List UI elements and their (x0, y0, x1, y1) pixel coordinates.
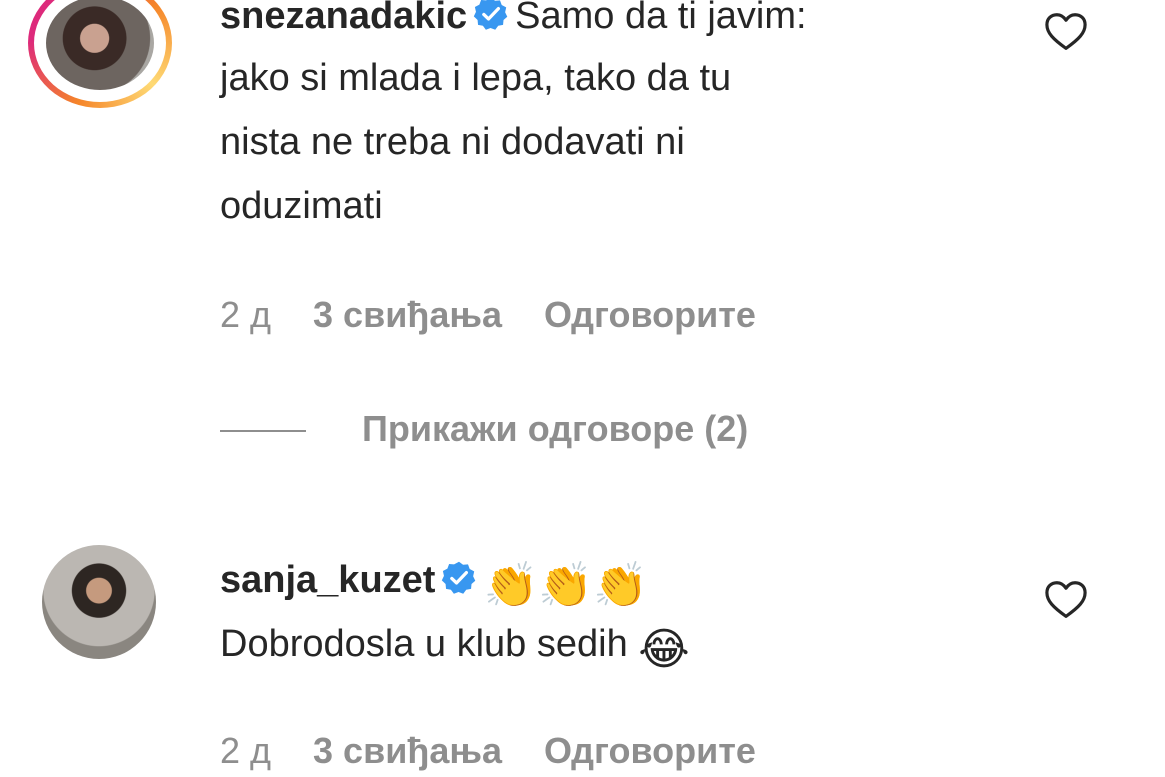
timestamp[interactable]: 2 д (220, 294, 271, 335)
view-replies-label: Прикажи одговоре (2) (362, 408, 749, 449)
reply-button[interactable]: Одговорите (544, 730, 756, 771)
verified-badge-icon (442, 561, 476, 594)
comment-meta: 2 д 3 свиђања Одговорите (220, 730, 798, 772)
comments-panel: snezanadakic Samo da ti javim: jako si ml… (0, 0, 1165, 777)
comment-text: nista ne treba ni dodavati ni (220, 121, 685, 163)
clapping-hands-emoji: 👏👏👏 (483, 561, 648, 610)
comment-text: Samo da ti javim: (515, 0, 807, 37)
avatar[interactable] (42, 545, 156, 659)
view-replies-button[interactable]: Прикажи одговоре (2) (220, 408, 748, 450)
comment-text: Dobrodosla u klub sedih (220, 623, 628, 665)
divider-line (220, 430, 306, 433)
comment-body-line: sanja_kuzet 👏👏👏 (220, 548, 648, 618)
likes-count[interactable]: 3 свиђања (313, 294, 502, 335)
likes-count[interactable]: 3 свиђања (313, 730, 502, 771)
avatar-border (34, 0, 166, 102)
heart-outline-icon[interactable] (1044, 580, 1088, 620)
laughing-emoji: 😂 (638, 625, 690, 674)
avatar[interactable] (46, 0, 154, 90)
username[interactable]: snezanadakic (220, 0, 467, 37)
reply-button[interactable]: Одговорите (544, 294, 756, 335)
comment-meta: 2 д 3 свиђања Одговорите (220, 294, 798, 336)
verified-badge-icon (473, 0, 508, 30)
comment-body-line: snezanadakic Samo da ti javim: (220, 0, 807, 48)
story-ring[interactable] (28, 0, 172, 108)
heart-outline-icon[interactable] (1044, 12, 1088, 52)
timestamp[interactable]: 2 д (220, 730, 271, 771)
comment-text: oduzimati (220, 185, 383, 227)
comment-body-line: Dobrodosla u klub sedih 😂 (220, 612, 690, 682)
comment-text: jako si mlada i lepa, tako da tu (220, 57, 732, 99)
username[interactable]: sanja_kuzet (220, 559, 435, 601)
comment-item: snezanadakic Samo da ti javim: jako si ml… (0, 0, 1165, 400)
